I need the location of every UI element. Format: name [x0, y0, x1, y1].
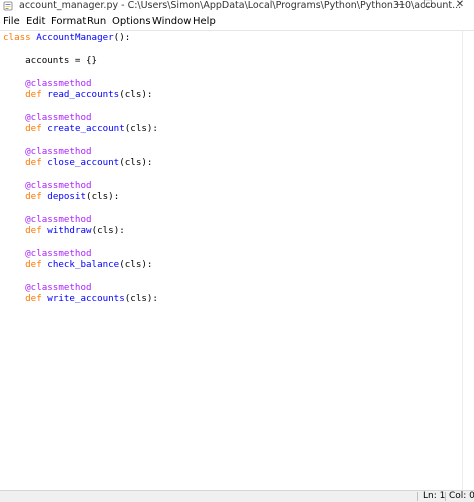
status-separator: [417, 492, 418, 501]
code-line-decorator: @classmethod: [3, 180, 92, 191]
code-line-def: def deposit(cls):: [3, 191, 119, 202]
decorator: @classmethod: [25, 112, 92, 123]
menu-bar: File Edit Format Run Options Window Help: [0, 13, 474, 31]
status-line: Ln: 1: [423, 491, 446, 501]
method-name: withdraw: [47, 225, 92, 236]
keyword-def: def: [25, 259, 42, 270]
method-args: (cls):: [119, 89, 153, 100]
method-name: deposit: [47, 191, 87, 202]
maximize-button[interactable]: ☐: [416, 0, 440, 12]
decorator: @classmethod: [25, 78, 92, 89]
keyword-def: def: [25, 123, 42, 134]
code-line-decorator: @classmethod: [3, 282, 92, 293]
menu-window[interactable]: Window: [151, 15, 192, 28]
keyword-def: def: [25, 89, 42, 100]
keyword-def: def: [25, 191, 42, 202]
method-args: (cls):: [124, 293, 158, 304]
menu-options[interactable]: Options: [111, 15, 152, 28]
code-line-decorator: @classmethod: [3, 146, 92, 157]
code-line-def: def withdraw(cls):: [3, 225, 125, 236]
code-line-decorator: @classmethod: [3, 78, 92, 89]
close-button[interactable]: ✕: [448, 0, 472, 12]
vertical-scrollbar[interactable]: [462, 31, 474, 490]
method-name: read_accounts: [47, 89, 120, 100]
decorator: @classmethod: [25, 282, 92, 293]
menu-help[interactable]: Help: [192, 15, 217, 28]
title-bar: account_manager.py - C:\Users\Simon\AppD…: [0, 0, 474, 13]
menu-format[interactable]: Format: [50, 15, 87, 28]
code-line-class: class AccountManager():: [3, 32, 130, 43]
code-line-def: def close_account(cls):: [3, 157, 152, 168]
menu-file[interactable]: File: [2, 15, 21, 28]
method-name: check_balance: [47, 259, 120, 270]
method-args: (cls):: [119, 157, 153, 168]
decorator: @classmethod: [25, 146, 92, 157]
method-args: (cls):: [119, 259, 153, 270]
class-paren: ():: [113, 32, 131, 43]
decorator: @classmethod: [25, 180, 92, 191]
keyword-def: def: [25, 293, 42, 304]
method-name: create_account: [47, 123, 125, 134]
decorator: @classmethod: [25, 214, 92, 225]
method-args: (cls):: [124, 123, 158, 134]
method-args: (cls):: [91, 225, 125, 236]
status-bar: Ln: 1 Col: 0: [0, 490, 474, 502]
code-editor[interactable]: class AccountManager(): accounts = {} @c…: [0, 31, 462, 490]
menu-edit[interactable]: Edit: [25, 15, 46, 28]
decorator: @classmethod: [25, 248, 92, 259]
code-line-def: def write_accounts(cls):: [3, 293, 158, 304]
code-line-accounts: accounts = {}: [3, 55, 97, 66]
code-line-decorator: @classmethod: [3, 214, 92, 225]
method-name: write_accounts: [47, 293, 125, 304]
menu-run[interactable]: Run: [86, 15, 107, 28]
keyword-def: def: [25, 225, 42, 236]
code-line-decorator: @classmethod: [3, 248, 92, 259]
code-line-def: def create_account(cls):: [3, 123, 158, 134]
keyword-def: def: [25, 157, 42, 168]
class-name: AccountManager: [36, 32, 114, 43]
accounts-assignment: accounts = {}: [25, 55, 98, 66]
code-line-def: def read_accounts(cls):: [3, 89, 152, 100]
method-args: (cls):: [86, 191, 120, 202]
minimize-button[interactable]: —: [388, 0, 412, 12]
python-idle-icon: [3, 1, 13, 11]
code-line-decorator: @classmethod: [3, 112, 92, 123]
code-line-def: def check_balance(cls):: [3, 259, 152, 270]
status-separator: [445, 492, 446, 501]
status-col: Col: 0: [449, 491, 474, 501]
method-name: close_account: [47, 157, 120, 168]
keyword-class: class: [3, 32, 31, 43]
